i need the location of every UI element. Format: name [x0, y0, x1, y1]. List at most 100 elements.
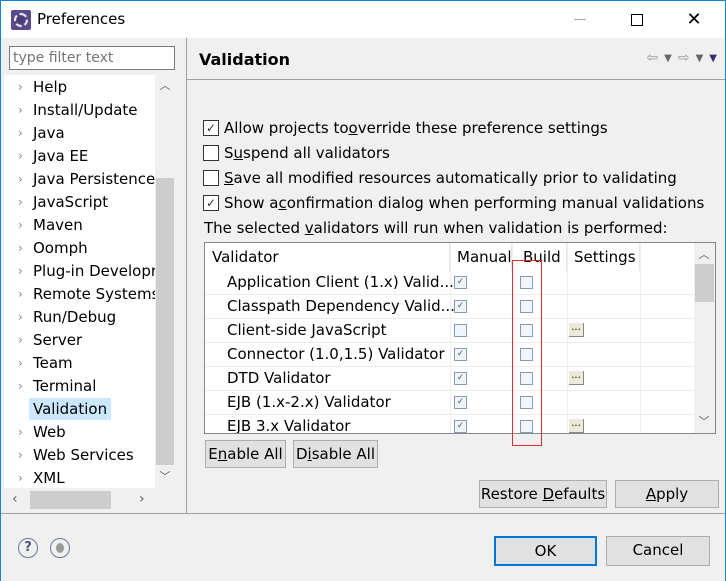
chevron-right-icon[interactable]: › [18, 329, 23, 351]
chevron-right-icon[interactable]: › [18, 421, 23, 443]
manual-checkbox[interactable]: ✓ [454, 372, 467, 385]
manual-checkbox[interactable]: ✓ [454, 300, 467, 313]
help-icon[interactable]: ? [18, 538, 38, 558]
chevron-right-icon[interactable]: › [18, 467, 23, 488]
tree-item[interactable]: › Team [4, 352, 155, 374]
tree-item[interactable]: › Maven [4, 214, 155, 236]
option-checkbox[interactable]: ✓ Show a c onfirmation dialog when perform… [203, 193, 704, 213]
option-checkbox[interactable]: Save all modified resources automaticall… [203, 168, 677, 188]
filter-input[interactable] [9, 46, 175, 70]
table-row[interactable]: EJB 3.x Validator ✓... [205, 415, 694, 433]
chevron-right-icon[interactable]: › [18, 375, 23, 397]
table-row[interactable]: Classpath Dependency Valid... ✓ [205, 295, 694, 319]
settings-button[interactable]: ... [569, 323, 584, 337]
tree-item[interactable]: › Plug-in Developr [4, 260, 155, 282]
tree-item[interactable]: › Server [4, 329, 155, 351]
tree-item[interactable]: › Remote Systems [4, 283, 155, 305]
tree-item[interactable]: Validation [4, 398, 155, 420]
table-row[interactable]: EJB (1.x-2.x) Validator ✓ [205, 391, 694, 415]
checkbox[interactable]: ✓ [203, 195, 219, 211]
manual-checkbox[interactable]: ✓ [454, 348, 467, 361]
table-row[interactable]: Connector (1.0,1.5) Validator ✓ [205, 343, 694, 367]
checkbox[interactable] [203, 145, 219, 161]
scroll-down-icon[interactable]: ﹀ [694, 413, 714, 431]
chevron-right-icon[interactable]: › [18, 237, 23, 259]
enable-all-button[interactable]: Enable All [205, 440, 286, 468]
maximize-icon [631, 13, 643, 26]
tree-item[interactable]: › Web [4, 421, 155, 443]
close-button[interactable]: ✕ [665, 1, 723, 38]
chevron-right-icon[interactable]: › [18, 283, 23, 305]
tree-item-label: Web [33, 423, 66, 441]
chevron-right-icon[interactable]: › [18, 444, 23, 466]
apply-button[interactable]: Apply [615, 480, 719, 508]
scroll-down-icon[interactable]: ﹀ [155, 468, 175, 486]
forward-arrow-icon[interactable]: ⇨ [678, 50, 690, 66]
minimize-button[interactable] [551, 1, 609, 38]
scrollbar-thumb[interactable] [30, 491, 111, 509]
cancel-button[interactable]: Cancel [606, 536, 710, 566]
tree-item-label: Maven [33, 216, 83, 234]
scrollbar-thumb[interactable] [695, 264, 714, 302]
settings-button[interactable]: ... [569, 371, 584, 385]
record-icon[interactable] [50, 538, 70, 558]
chevron-right-icon[interactable]: › [18, 168, 23, 190]
tree-item[interactable]: › JavaScript [4, 191, 155, 213]
chevron-right-icon[interactable]: › [18, 191, 23, 213]
table-row[interactable]: Application Client (1.x) Valid... ✓ [205, 271, 694, 295]
column-header-settings[interactable]: Settings [567, 243, 640, 271]
tree-item[interactable]: › Run/Debug [4, 306, 155, 328]
tree-item[interactable]: › Oomph [4, 237, 155, 259]
back-arrow-icon[interactable]: ⇦ [646, 50, 658, 66]
tree-item[interactable]: › Java EE [4, 145, 155, 167]
tree-vertical-scrollbar[interactable]: ︿ ﹀ [155, 75, 175, 488]
tree-item-label: JavaScript [33, 193, 109, 211]
tree-item-label: Run/Debug [33, 308, 117, 326]
restore-defaults-button[interactable]: Restore Defaults [479, 480, 607, 508]
tree-item-label: Java [33, 124, 65, 142]
disable-all-button[interactable]: Disable All [293, 440, 378, 468]
chevron-right-icon[interactable]: › [18, 214, 23, 236]
back-dropdown-icon[interactable]: ▼ [664, 53, 672, 64]
manual-checkbox[interactable]: ✓ [454, 420, 467, 433]
scroll-right-icon[interactable]: › [139, 491, 145, 507]
table-vertical-scrollbar[interactable]: ︿ ﹀ [694, 243, 715, 433]
column-header-manual[interactable]: Manual [450, 243, 512, 271]
mnemonic: u [233, 144, 244, 162]
table-row[interactable]: Client-side JavaScript... [205, 319, 694, 343]
tree-item[interactable]: › Web Services [4, 444, 155, 466]
forward-dropdown-icon[interactable]: ▼ [696, 53, 704, 64]
scroll-left-icon[interactable]: ‹ [12, 491, 18, 507]
tree-item[interactable]: › Help [4, 76, 155, 98]
chevron-right-icon[interactable]: › [18, 260, 23, 282]
scrollbar-thumb[interactable] [156, 178, 174, 465]
view-menu-icon[interactable]: ▼ [709, 53, 717, 64]
chevron-right-icon[interactable]: › [18, 145, 23, 167]
option-checkbox[interactable]: ✓ Allow projects to o verride these prefer… [203, 118, 608, 138]
option-checkbox[interactable]: Su spend all validators [203, 143, 390, 163]
tree-item[interactable]: › Install/Update [4, 99, 155, 121]
tree-item[interactable]: › XML [4, 467, 155, 488]
tree-item[interactable]: › Terminal [4, 375, 155, 397]
checkbox[interactable] [203, 170, 219, 186]
chevron-right-icon[interactable]: › [18, 306, 23, 328]
manual-checkbox[interactable]: ✓ [454, 276, 467, 289]
chevron-right-icon[interactable]: › [18, 99, 23, 121]
chevron-right-icon[interactable]: › [18, 352, 23, 374]
manual-checkbox[interactable] [454, 324, 467, 337]
ok-button[interactable]: OK [494, 536, 597, 566]
chevron-right-icon[interactable]: › [18, 76, 23, 98]
chevron-right-icon[interactable]: › [18, 122, 23, 144]
table-row[interactable]: DTD Validator ✓... [205, 367, 694, 391]
tree-item[interactable]: › Java [4, 122, 155, 144]
manual-checkbox[interactable]: ✓ [454, 396, 467, 409]
scroll-up-icon[interactable]: ︿ [155, 77, 175, 95]
column-header-validator[interactable]: Validator [205, 243, 450, 271]
tree-item[interactable]: › Java Persistence [4, 168, 155, 190]
checkbox[interactable]: ✓ [203, 120, 219, 136]
maximize-button[interactable] [608, 1, 666, 38]
tree-horizontal-scrollbar[interactable]: ‹ › [4, 489, 175, 511]
scroll-up-icon[interactable]: ︿ [694, 246, 714, 264]
validators-info-label: The selected validators will run when va… [204, 219, 668, 237]
settings-button[interactable]: ... [569, 419, 584, 433]
